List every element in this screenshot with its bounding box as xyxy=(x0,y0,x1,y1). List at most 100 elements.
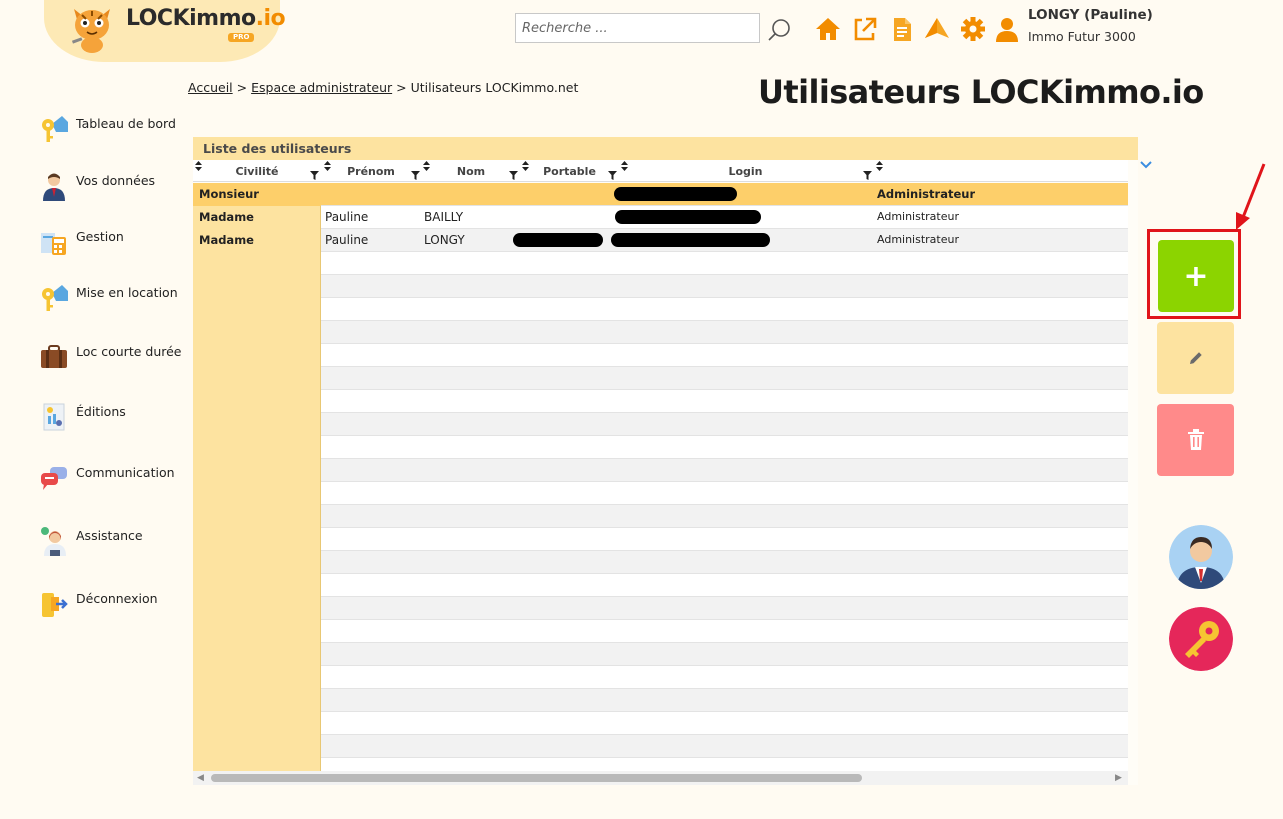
column-header-portable[interactable]: Portable xyxy=(521,160,618,182)
pencil-icon xyxy=(1189,352,1202,364)
sidebar-item-label: Vos données xyxy=(76,173,156,188)
filter-icon[interactable] xyxy=(608,171,617,180)
civilite-cell-bg xyxy=(193,367,321,390)
sidebar-item-gestion[interactable]: Gestion xyxy=(40,227,124,257)
civilite-cell-bg xyxy=(193,413,321,436)
gear-icon[interactable] xyxy=(960,15,986,43)
access-key-button[interactable] xyxy=(1169,607,1233,671)
civilite-cell-bg xyxy=(193,436,321,459)
empty-table-row xyxy=(193,712,1128,735)
brand-logo-text[interactable]: LOCKimmo.io xyxy=(126,6,286,31)
sidebar-item-communication[interactable]: Communication xyxy=(40,463,175,493)
filter-icon[interactable] xyxy=(863,171,872,180)
chevron-down-icon[interactable] xyxy=(1139,158,1153,172)
person-icon xyxy=(43,173,65,201)
empty-table-row xyxy=(193,620,1128,643)
role-cell: Administrateur xyxy=(877,210,959,223)
suitcase-icon xyxy=(41,345,67,368)
sort-icon[interactable] xyxy=(522,161,529,171)
table-row[interactable]: Monsieur Administrateur xyxy=(193,183,1128,206)
businessman-avatar-icon xyxy=(1169,525,1233,589)
filter-icon[interactable] xyxy=(310,171,319,180)
sidebar-item-label: Tableau de bord xyxy=(76,116,176,131)
user-name[interactable]: LONGY (Pauline) xyxy=(1028,7,1153,23)
search-icon[interactable] xyxy=(766,17,792,43)
breadcrumb-admin-link[interactable]: Espace administrateur xyxy=(251,80,392,95)
sidebar-item-deconnexion[interactable]: Déconnexion xyxy=(40,589,158,619)
column-header-role[interactable] xyxy=(873,160,1128,182)
scrollbar-thumb[interactable] xyxy=(211,774,862,782)
nom-cell: BAILLY xyxy=(424,210,464,224)
sidebar-item-editions[interactable]: Éditions xyxy=(40,402,126,432)
sort-icon[interactable] xyxy=(621,161,628,171)
table-title: Liste des utilisateurs xyxy=(193,137,1138,160)
civilite-cell-bg xyxy=(193,390,321,413)
support-agent-icon xyxy=(41,527,66,556)
column-header-login[interactable]: Login xyxy=(618,160,873,182)
sidebar-item-label: Communication xyxy=(76,465,175,480)
column-header-nom[interactable]: Nom xyxy=(421,160,521,182)
scroll-left-arrow-icon[interactable]: ◀ xyxy=(197,773,204,783)
civilite-cell-bg xyxy=(193,712,321,735)
trash-icon xyxy=(1187,429,1204,450)
empty-table-row xyxy=(193,275,1128,298)
empty-table-row xyxy=(193,321,1128,344)
breadcrumb-home-link[interactable]: Accueil xyxy=(188,80,233,95)
home-icon[interactable] xyxy=(815,15,841,43)
civilite-cell-bg xyxy=(193,459,321,482)
external-link-icon[interactable] xyxy=(852,15,878,43)
empty-table-row xyxy=(193,413,1128,436)
table-row[interactable]: Madame Pauline BAILLY Administrateur xyxy=(193,206,1128,229)
sidebar-item-label: Mise en location xyxy=(76,285,178,300)
civilite-cell: Madame xyxy=(199,210,254,224)
keys-house-icon xyxy=(42,285,68,311)
breadcrumb-separator: > xyxy=(396,80,407,95)
sidebar-item-label: Loc courte durée xyxy=(76,344,182,359)
user-icon[interactable] xyxy=(994,15,1020,43)
empty-table-row xyxy=(193,298,1128,321)
filter-icon[interactable] xyxy=(411,171,420,180)
civilite-cell: Monsieur xyxy=(199,187,259,201)
document-icon[interactable] xyxy=(889,15,915,43)
paper-plane-icon[interactable] xyxy=(924,15,950,43)
sidebar-item-loc-courte-duree[interactable]: Loc courte durée xyxy=(40,342,182,372)
filter-icon[interactable] xyxy=(509,171,518,180)
sort-icon[interactable] xyxy=(876,161,883,171)
sidebar-item-label: Éditions xyxy=(76,404,126,419)
column-header-civilite[interactable]: Civilité xyxy=(193,160,321,182)
empty-table-row xyxy=(193,689,1128,712)
role-cell: Administrateur xyxy=(877,233,959,246)
empty-table-row xyxy=(193,436,1128,459)
nom-cell: LONGY xyxy=(424,233,465,247)
page-title: Utilisateurs LOCKimmo.io xyxy=(758,73,1204,111)
civilite-cell-bg xyxy=(193,252,321,275)
civilite-cell-bg xyxy=(193,666,321,689)
sidebar-item-label: Gestion xyxy=(76,229,124,244)
user-profile-button[interactable] xyxy=(1169,525,1233,589)
role-cell: Administrateur xyxy=(877,187,976,201)
breadcrumb-current: Utilisateurs LOCKimmo.net xyxy=(410,80,579,95)
edit-user-button[interactable] xyxy=(1157,322,1234,394)
civilite-cell-bg xyxy=(193,505,321,528)
scroll-right-arrow-icon[interactable]: ▶ xyxy=(1115,773,1122,783)
red-arrow-annotation-icon xyxy=(1236,163,1266,230)
sidebar-item-mise-en-location[interactable]: Mise en location xyxy=(40,283,178,313)
horizontal-scrollbar[interactable]: ◀ ▶ xyxy=(193,771,1128,785)
table-row[interactable]: Madame Pauline LONGY Administrateur xyxy=(193,229,1128,252)
empty-table-row xyxy=(193,482,1128,505)
search-input[interactable] xyxy=(515,13,760,43)
sort-icon[interactable] xyxy=(324,161,331,171)
sort-icon[interactable] xyxy=(195,161,202,171)
civilite-cell-bg xyxy=(193,574,321,597)
users-table-body: Monsieur Administrateur Madame Pauline BAILL… xyxy=(193,183,1128,771)
empty-table-row xyxy=(193,666,1128,689)
sidebar-item-assistance[interactable]: Assistance xyxy=(40,526,143,556)
delete-user-button[interactable] xyxy=(1157,404,1234,476)
sort-icon[interactable] xyxy=(423,161,430,171)
column-header-prenom[interactable]: Prénom xyxy=(321,160,421,182)
empty-table-row xyxy=(193,643,1128,666)
add-user-button[interactable]: + xyxy=(1158,240,1234,312)
sidebar-item-tableau-de-bord[interactable]: Tableau de bord xyxy=(40,114,176,144)
empty-table-row xyxy=(193,758,1128,771)
sidebar-item-vos-donnees[interactable]: Vos données xyxy=(40,171,155,201)
